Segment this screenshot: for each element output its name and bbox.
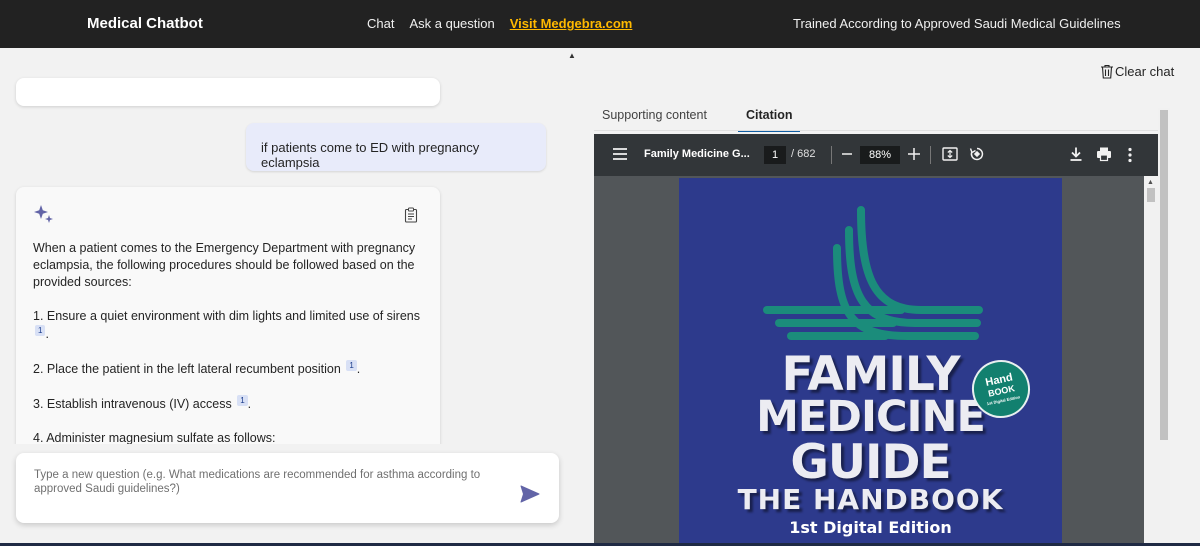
toolbar-separator bbox=[831, 146, 832, 164]
pdf-page-total: / 682 bbox=[791, 148, 816, 160]
pdf-page-input[interactable]: 1 bbox=[764, 146, 786, 164]
pdf-scroll-up-arrow[interactable]: ▲ bbox=[1147, 179, 1154, 186]
cover-title-line: GUIDE bbox=[790, 435, 951, 490]
nav-link-ask-question[interactable]: Ask a question bbox=[409, 16, 494, 31]
panel-scrollbar-thumb[interactable] bbox=[1160, 110, 1168, 440]
tab-citation[interactable]: Citation bbox=[737, 98, 801, 132]
tab-supporting-content[interactable]: Supporting content bbox=[594, 98, 715, 132]
app-title[interactable]: Medical Chatbot bbox=[87, 15, 203, 32]
pdf-scrollbar[interactable]: ▲ bbox=[1144, 176, 1158, 546]
answer-step-text: 3. Establish intravenous (IV) access bbox=[33, 397, 232, 412]
chat-message-list[interactable]: if patients come to ED with pregnancy ec… bbox=[0, 48, 580, 444]
citation-link[interactable]: 1 bbox=[35, 325, 46, 336]
pdf-document-title: Family Medicine G... bbox=[644, 148, 750, 160]
panel-tabs: Supporting content Citation bbox=[594, 98, 801, 132]
header-tagline: Trained According to Approved Saudi Medi… bbox=[793, 16, 1121, 31]
assistant-answer-card: When a patient comes to the Emergency De… bbox=[16, 187, 440, 444]
citation-link[interactable]: 1 bbox=[346, 360, 357, 372]
answer-step-text: 2. Place the patient in the left lateral… bbox=[33, 362, 341, 377]
nav-link-chat[interactable]: Chat bbox=[367, 16, 394, 31]
pdf-scrollbar-thumb[interactable] bbox=[1147, 188, 1155, 202]
trash-icon bbox=[1101, 64, 1113, 79]
answer-step: 3. Establish intravenous (IV) access 1. bbox=[33, 395, 428, 413]
rotate-icon[interactable] bbox=[969, 146, 985, 162]
answer-step-text: 1. Ensure a quiet environment with dim l… bbox=[33, 309, 420, 323]
print-icon[interactable] bbox=[1096, 146, 1112, 162]
answer-text: When a patient comes to the Emergency De… bbox=[33, 240, 428, 444]
answer-step: 2. Place the patient in the left lateral… bbox=[33, 360, 428, 378]
question-input[interactable] bbox=[34, 468, 514, 510]
answer-step-tail: . bbox=[356, 362, 361, 377]
answer-step-tail: . bbox=[247, 397, 252, 412]
cover-subtitle: THE HANDBOOK bbox=[737, 483, 1004, 516]
answer-step-text: 4. Administer magnesium sulfate as follo… bbox=[33, 431, 276, 444]
citation-link[interactable]: 1 bbox=[237, 395, 248, 407]
zoom-in-icon[interactable] bbox=[907, 146, 921, 162]
cover-logo-graphic bbox=[763, 206, 983, 340]
sparkle-icon bbox=[34, 205, 53, 223]
pdf-page-cover: FAMILY MEDICINE GUIDE THE HANDBOOK 1st D… bbox=[679, 178, 1062, 546]
pdf-toolbar: Family Medicine G... 1 / 682 88% bbox=[594, 134, 1158, 176]
answer-step: 1. Ensure a quiet environment with dim l… bbox=[33, 308, 428, 343]
clipboard-icon[interactable] bbox=[404, 207, 418, 223]
zoom-out-icon[interactable] bbox=[841, 147, 853, 161]
question-input-box bbox=[16, 453, 559, 523]
answer-step-tail: . bbox=[45, 327, 49, 342]
main-nav: Chat Ask a question Visit Medgebra.com bbox=[367, 16, 632, 31]
answer-intro: When a patient comes to the Emergency De… bbox=[33, 241, 416, 289]
previous-answer-card bbox=[16, 78, 440, 106]
download-icon[interactable] bbox=[1069, 146, 1083, 162]
menu-icon[interactable] bbox=[612, 147, 628, 161]
user-message: if patients come to ED with pregnancy ec… bbox=[246, 123, 546, 171]
answer-step: 4. Administer magnesium sulfate as follo… bbox=[33, 430, 428, 444]
chat-scroll-up-arrow[interactable]: ▲ bbox=[568, 51, 576, 60]
clear-chat-button[interactable]: Clear chat bbox=[1100, 64, 1174, 79]
more-options-icon[interactable] bbox=[1127, 147, 1133, 163]
tabs-divider bbox=[594, 130, 1159, 131]
toolbar-separator bbox=[930, 146, 931, 164]
send-icon[interactable] bbox=[520, 485, 540, 503]
fit-page-icon[interactable] bbox=[942, 147, 958, 161]
cover-edition: 1st Digital Edition bbox=[789, 518, 952, 537]
panel-scrollbar[interactable] bbox=[1158, 108, 1170, 546]
nav-link-medgebra[interactable]: Visit Medgebra.com bbox=[510, 16, 633, 31]
user-message-text: if patients come to ED with pregnancy ec… bbox=[261, 140, 480, 170]
pdf-zoom-level[interactable]: 88% bbox=[860, 146, 900, 164]
pdf-viewer: Family Medicine G... 1 / 682 88% FAMILY … bbox=[594, 134, 1158, 546]
top-navigation-bar: Medical Chatbot Chat Ask a question Visi… bbox=[0, 0, 1200, 48]
clear-chat-label: Clear chat bbox=[1115, 64, 1175, 79]
